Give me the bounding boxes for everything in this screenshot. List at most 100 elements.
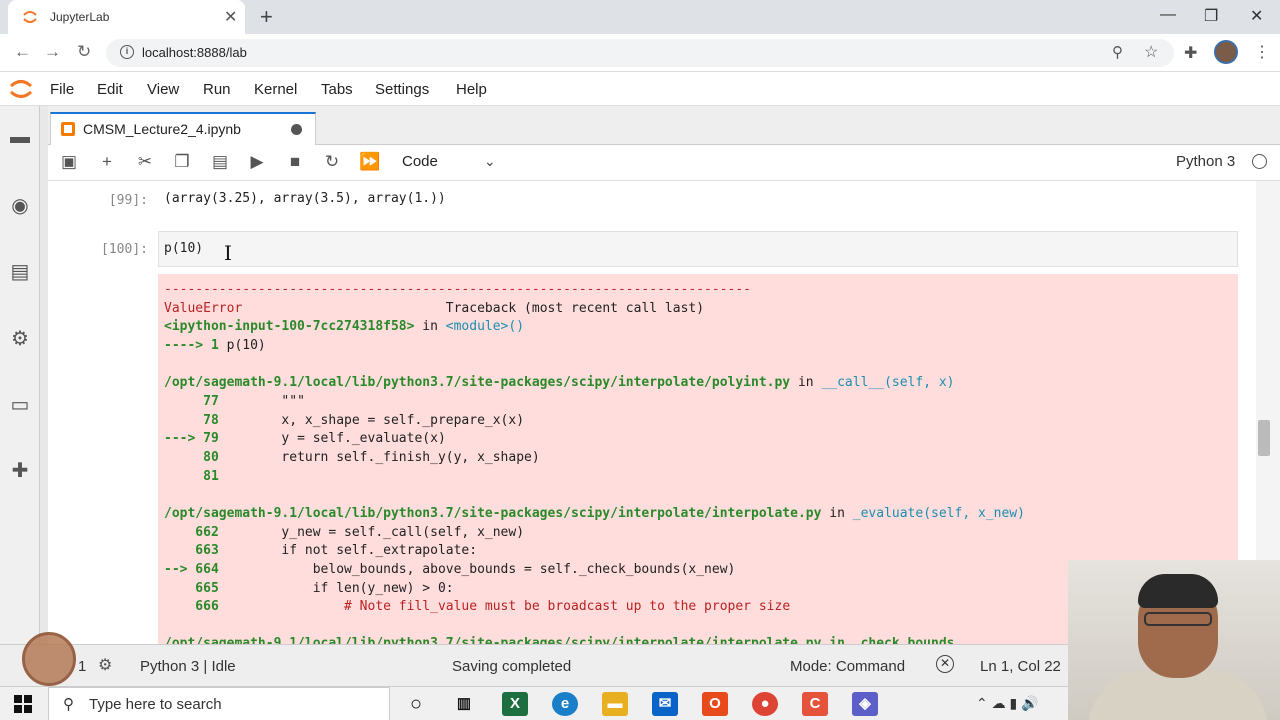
line-marker: ---> 79: [164, 431, 219, 446]
line-marker: 78: [164, 413, 219, 428]
mode-indicator: Mode: Command: [790, 658, 906, 675]
zoom-icon[interactable]: ⚲: [1112, 43, 1123, 61]
code-cell-editor[interactable]: p(10): [158, 231, 1238, 267]
menu-settings[interactable]: Settings: [375, 81, 429, 98]
line-marker: 80: [164, 450, 219, 465]
chevron-down-icon[interactable]: ⌄: [484, 153, 496, 170]
frame1-line: ---> 79 y = self._evaluate(x): [164, 431, 446, 446]
browser-tab-jupyterlab[interactable]: JupyterLab ✕: [8, 0, 245, 34]
property-inspector-gear-icon[interactable]: ⚙: [8, 326, 32, 350]
traceback-input-line: <ipython-input-100-7cc274318f58> in <mod…: [164, 319, 524, 334]
close-tab-icon[interactable]: ✕: [224, 7, 237, 27]
search-placeholder[interactable]: Type here to search: [89, 696, 222, 713]
task-view-icon[interactable]: ▥: [451, 692, 477, 716]
site-info-icon[interactable]: i: [120, 45, 134, 59]
file-explorer-icon[interactable]: ▬: [602, 692, 628, 716]
frame2-func: _evaluate(self, x_new): [852, 506, 1025, 521]
menu-file[interactable]: File: [50, 81, 74, 98]
search-icon: ⚲: [63, 696, 74, 713]
webcam-video-overlay: [1068, 560, 1280, 720]
taskbar-search-box[interactable]: ⚲ Type here to search: [48, 687, 390, 720]
cell-code[interactable]: p(10): [164, 241, 203, 256]
cell-type-dropdown[interactable]: Code: [402, 153, 438, 170]
restart-icon[interactable]: ↻: [321, 152, 343, 172]
line-marker: 663: [164, 543, 219, 558]
forward-icon[interactable]: →: [44, 42, 61, 62]
presenter-hair: [1138, 574, 1218, 608]
kernel-name[interactable]: Python 3: [1176, 153, 1235, 170]
menu-tabs[interactable]: Tabs: [321, 81, 353, 98]
frame2-header: /opt/sagemath-9.1/local/lib/python3.7/si…: [164, 506, 1025, 521]
sidebar-divider: [40, 106, 48, 686]
line-marker: 665: [164, 581, 219, 596]
scrollbar-thumb[interactable]: [1258, 420, 1270, 456]
frame1-line: 78 x, x_shape = self._prepare_x(x): [164, 413, 524, 428]
office-icon[interactable]: O: [702, 692, 728, 716]
nptel-logo-watermark: [22, 632, 76, 686]
url-text[interactable]: localhost:8888/lab: [142, 45, 247, 60]
extensions-puzzle-icon[interactable]: ✚: [1184, 43, 1197, 63]
minimize-icon[interactable]: —: [1160, 6, 1176, 24]
jupyter-logo-icon: [9, 80, 33, 98]
network-app-icon[interactable]: ◈: [852, 692, 878, 716]
frame1-header: /opt/sagemath-9.1/local/lib/python3.7/si…: [164, 375, 955, 390]
restore-icon[interactable]: ❐: [1204, 6, 1218, 26]
cursor-position[interactable]: Ln 1, Col 22: [980, 658, 1061, 675]
system-tray-icons[interactable]: ⌃ ☁ ▮ 🔊: [976, 695, 1039, 712]
menu-run[interactable]: Run: [203, 81, 231, 98]
line-marker: 662: [164, 525, 219, 540]
frame2-line: 666 # Note fill_value must be broadcast …: [164, 599, 790, 614]
jupyter-menu-bar: File Edit View Run Kernel Tabs Settings …: [0, 72, 1280, 106]
copy-icon[interactable]: ❐: [171, 152, 193, 172]
notebook-icon: [61, 122, 75, 136]
kernel-status-text[interactable]: Python 3 | Idle: [140, 658, 236, 675]
tabs-window-icon[interactable]: ▭: [8, 392, 32, 416]
stop-icon[interactable]: ■: [284, 152, 306, 172]
excel-icon[interactable]: X: [502, 692, 528, 716]
line-code: return self._finish_y(y, x_shape): [218, 450, 540, 465]
chrome-icon[interactable]: ●: [752, 692, 778, 716]
menu-edit[interactable]: Edit: [97, 81, 123, 98]
new-tab-icon[interactable]: +: [260, 4, 273, 30]
error-x-icon[interactable]: ✕: [936, 655, 954, 673]
line-code: y = self._evaluate(x): [218, 431, 446, 446]
terminal-count[interactable]: 1: [78, 658, 86, 675]
profile-avatar[interactable]: [1214, 40, 1238, 64]
add-cell-icon[interactable]: +: [96, 152, 118, 172]
windows-start-icon[interactable]: [14, 695, 32, 713]
extensions-puzzle-icon[interactable]: ✚: [8, 458, 32, 482]
line-code: """: [218, 394, 305, 409]
frame2-line: --> 664 below_bounds, above_bounds = sel…: [164, 562, 735, 577]
line-code: # Note fill_value must be broadcast up t…: [218, 599, 791, 614]
save-status: Saving completed: [452, 658, 572, 675]
line-code: if len(y_new) > 0:: [218, 581, 454, 596]
save-icon[interactable]: ▣: [58, 152, 80, 172]
restart-run-all-icon[interactable]: ⏩: [359, 152, 381, 172]
edge-icon[interactable]: e: [552, 692, 578, 716]
back-icon[interactable]: ←: [14, 42, 31, 62]
menu-kernel[interactable]: Kernel: [254, 81, 297, 98]
running-stop-icon[interactable]: ◉: [8, 193, 32, 217]
menu-view[interactable]: View: [147, 81, 179, 98]
window-close-icon[interactable]: ✕: [1250, 6, 1263, 26]
error-name: ValueError: [164, 301, 243, 316]
bookmark-star-icon[interactable]: ☆: [1144, 42, 1158, 62]
kebab-menu-icon[interactable]: ⋮: [1254, 42, 1270, 62]
commands-palette-icon[interactable]: ▤: [8, 259, 32, 283]
menu-help[interactable]: Help: [456, 81, 487, 98]
frame1-path: /opt/sagemath-9.1/local/lib/python3.7/si…: [164, 375, 791, 390]
url-omnibox[interactable]: i localhost:8888/lab ⚲ ☆: [106, 39, 1174, 67]
kernel-status-circle-icon: [1252, 154, 1267, 169]
reload-icon[interactable]: ↻: [77, 42, 91, 62]
notebook-tab[interactable]: CMSM_Lecture2_4.ipynb: [50, 112, 316, 145]
paste-icon[interactable]: ▤: [209, 152, 231, 172]
kernel-gear-icon[interactable]: ⚙: [98, 655, 112, 675]
presentation-app-icon[interactable]: C: [802, 692, 828, 716]
unsaved-dot-icon[interactable]: [291, 124, 302, 135]
frame2-line: 662 y_new = self._call(self, x_new): [164, 525, 524, 540]
cortana-circle-icon[interactable]: ○: [403, 692, 429, 716]
folder-icon[interactable]: ▬: [8, 126, 32, 150]
run-icon[interactable]: ▶: [246, 152, 268, 172]
mail-icon[interactable]: ✉: [652, 692, 678, 716]
cut-icon[interactable]: ✂: [134, 152, 156, 172]
